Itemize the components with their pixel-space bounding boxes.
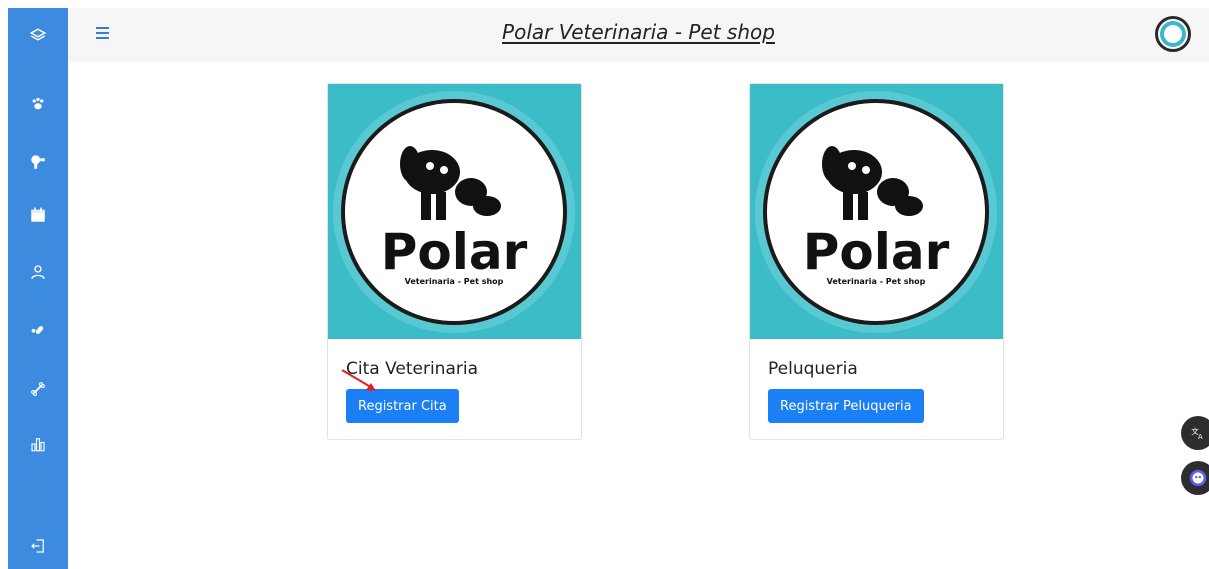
logo-text: Polar xyxy=(803,223,950,281)
assistant-icon[interactable] xyxy=(1181,461,1209,495)
calendar-icon[interactable] xyxy=(26,203,50,227)
sidebar xyxy=(8,8,68,569)
pills-icon[interactable] xyxy=(26,318,50,342)
avatar[interactable] xyxy=(1155,16,1191,52)
hair-dryer-icon[interactable] xyxy=(26,150,50,174)
user-icon[interactable] xyxy=(26,260,50,284)
logout-icon[interactable] xyxy=(26,534,50,558)
polar-logo-image: Polar Veterinaria - Pet shop xyxy=(750,84,1003,339)
annotation-arrow-icon xyxy=(341,369,376,391)
paw-icon[interactable] xyxy=(26,92,50,116)
top-margin xyxy=(0,0,1209,8)
polar-logo-image: Polar Veterinaria - Pet shop xyxy=(328,84,581,339)
app-page: Polar Veterinaria - Pet shop Polar Veter… xyxy=(0,0,1209,569)
registrar-cita-button[interactable]: Registrar Cita xyxy=(346,389,459,423)
card-title: Peluqueria xyxy=(768,359,858,379)
logo-subtext: Veterinaria - Pet shop xyxy=(827,277,926,286)
service-card-peluqueria: Polar Veterinaria - Pet shop Peluqueria … xyxy=(749,83,1004,440)
top-bar: Polar Veterinaria - Pet shop xyxy=(68,8,1209,62)
logo-subtext: Veterinaria - Pet shop xyxy=(405,277,504,286)
logo-text: Polar xyxy=(381,223,528,281)
bar-chart-icon[interactable] xyxy=(26,432,50,456)
page-title[interactable]: Polar Veterinaria - Pet shop xyxy=(68,20,1209,44)
registrar-peluqueria-button[interactable]: Registrar Peluqueria xyxy=(768,389,924,423)
translate-icon[interactable]: 文A xyxy=(1181,416,1209,450)
svg-text:A: A xyxy=(1198,433,1203,441)
bone-icon[interactable] xyxy=(26,377,50,401)
layers-icon[interactable] xyxy=(26,24,50,48)
